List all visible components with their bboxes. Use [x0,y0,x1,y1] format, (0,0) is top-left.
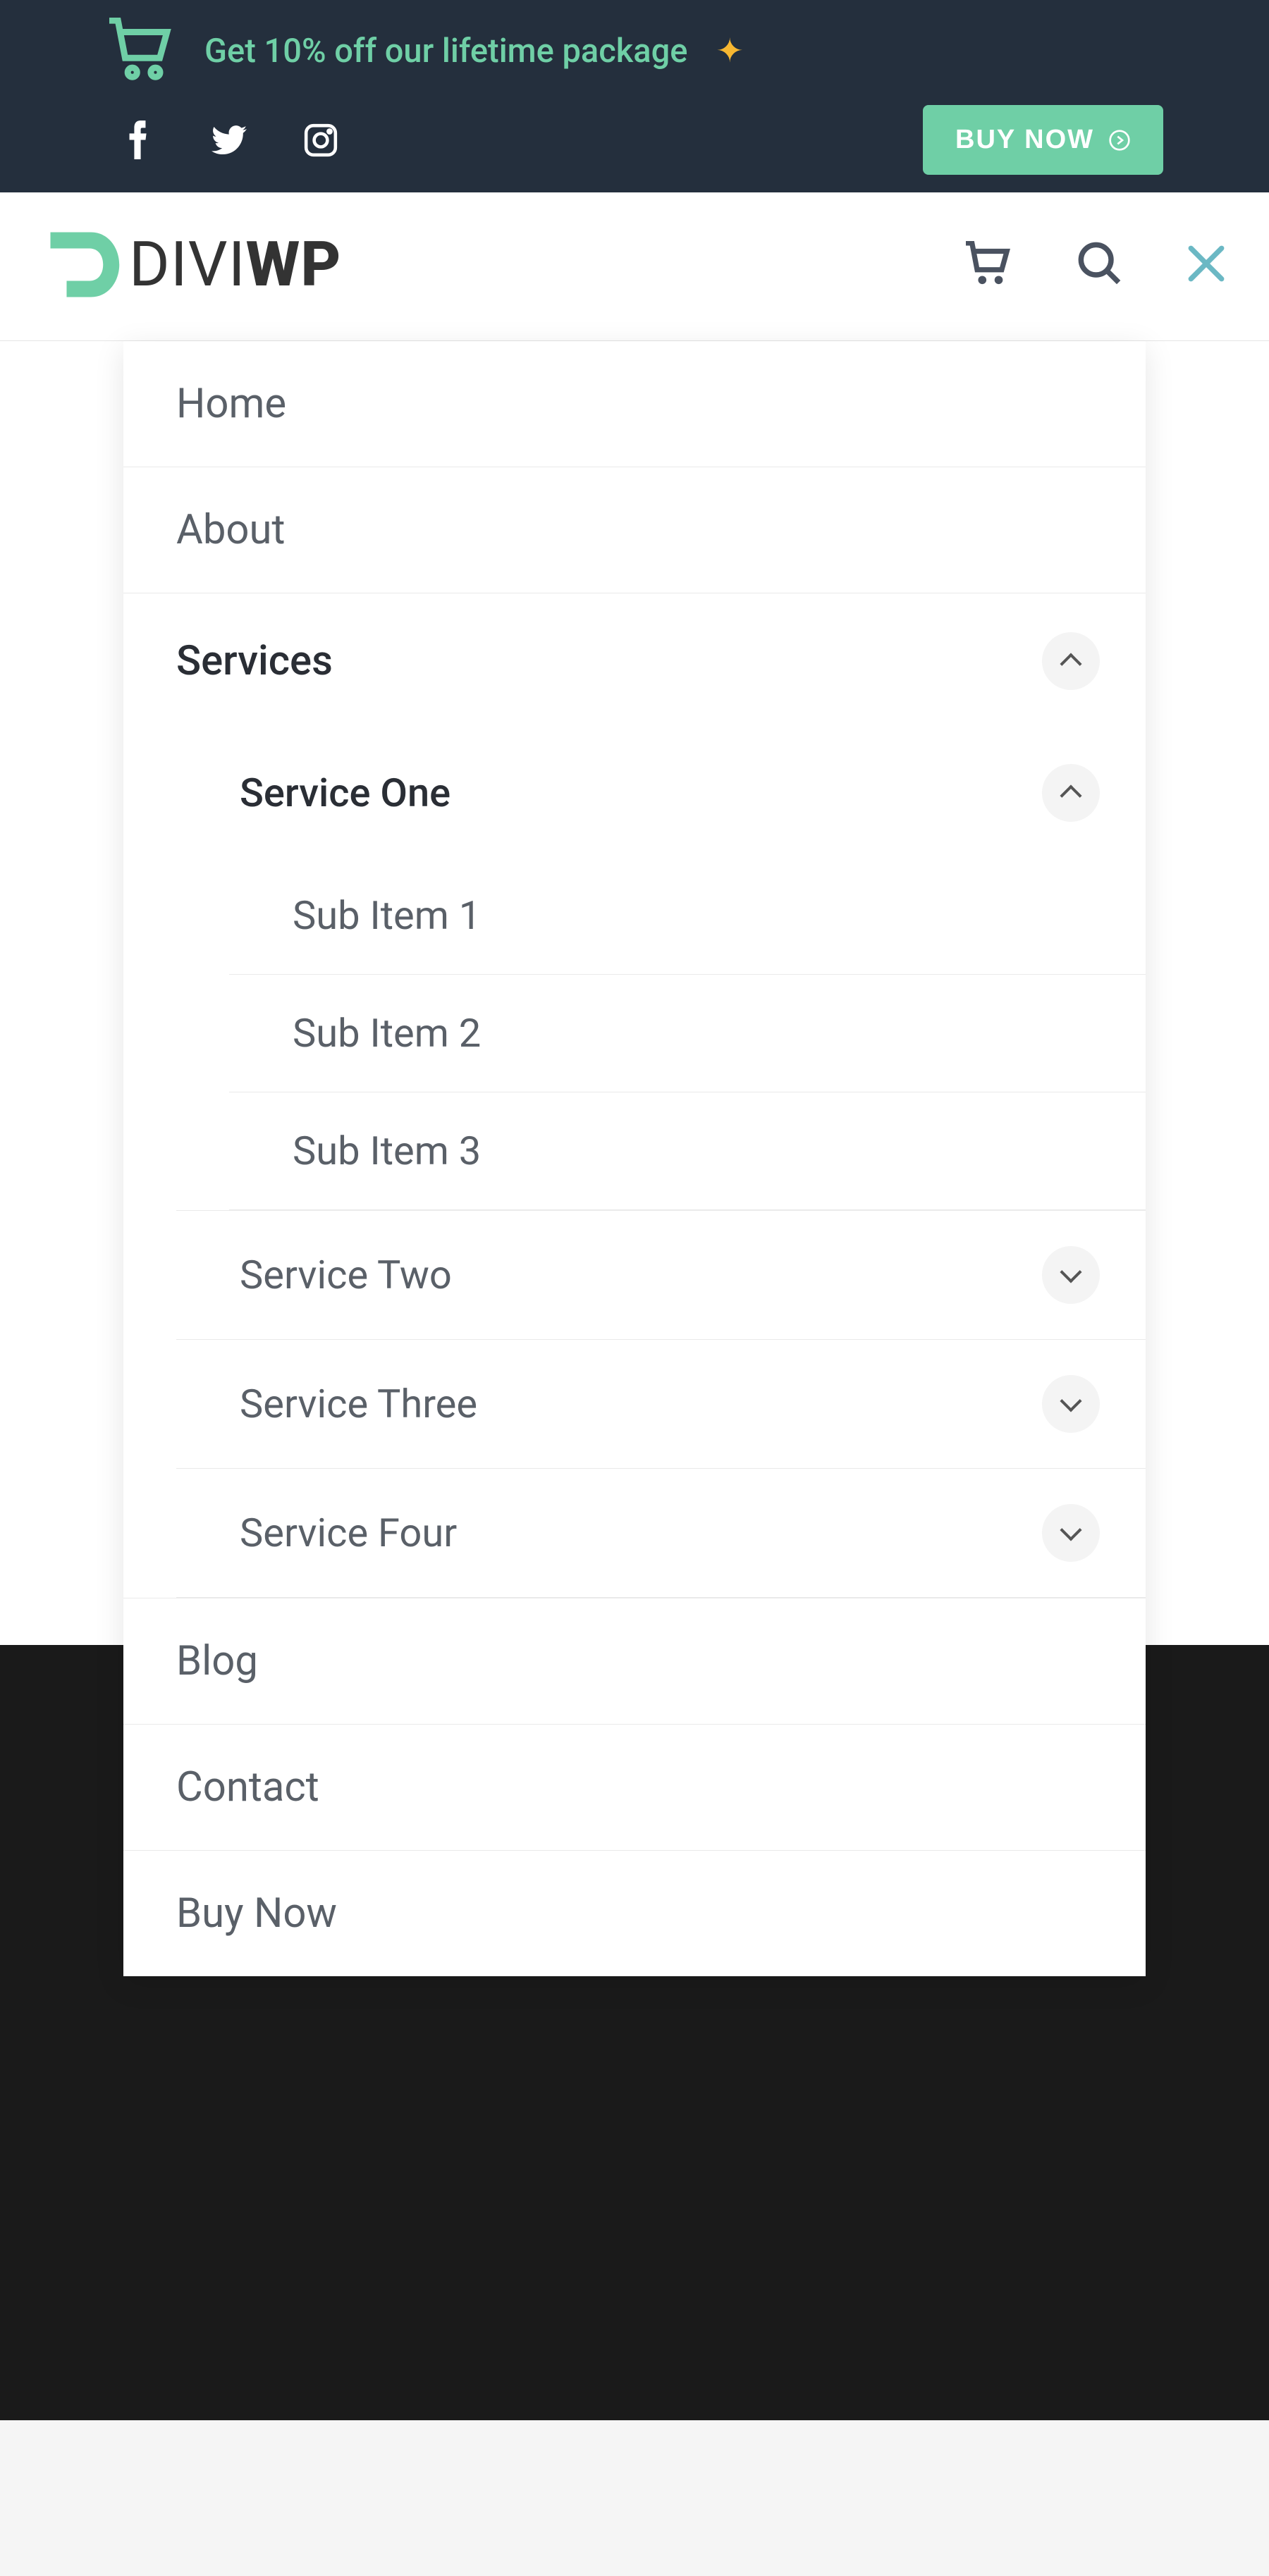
menu-item-contact[interactable]: Contact [123,1725,1146,1850]
facebook-icon[interactable] [120,123,155,158]
menu-label-service-three: Service Three [240,1381,477,1427]
menu-item-sub3[interactable]: Sub Item 3 [229,1092,1146,1209]
chevron-up-icon[interactable] [1042,764,1100,822]
search-icon[interactable] [1077,241,1122,289]
cart-promo-icon [106,18,176,84]
submenu-services: Service One Sub Item 1 Sub Item 2 [123,729,1146,1598]
buy-now-label: BUY NOW [955,125,1094,155]
menu-label-about: About [176,506,285,554]
close-icon[interactable] [1186,243,1227,287]
menu-item-sub2[interactable]: Sub Item 2 [229,975,1146,1092]
logo-text: DIVIWP [129,228,341,301]
promo-text: Get 10% off our lifetime package [204,32,687,70]
menu-item-blog[interactable]: Blog [123,1598,1146,1724]
logo-mark-icon [42,224,123,305]
cart-icon[interactable] [963,241,1014,289]
buy-now-button[interactable]: BUY NOW [923,105,1163,175]
site-header: DIVIWP [0,192,1269,341]
menu-label-service-two: Service Two [240,1252,452,1298]
chevron-up-icon[interactable] [1042,632,1100,690]
menu-item-service-four[interactable]: Service Four [176,1469,1146,1597]
menu-label-sub2: Sub Item 2 [293,1010,481,1056]
mobile-menu: Home About Services Service One [123,341,1146,1976]
menu-label-buynow: Buy Now [176,1890,337,1937]
twitter-icon[interactable] [212,123,247,158]
menu-label-home: Home [176,380,286,428]
menu-item-services[interactable]: Services [123,593,1146,729]
menu-label-services: Services [176,637,333,685]
menu-item-home[interactable]: Home [123,341,1146,467]
menu-label-service-four: Service Four [240,1510,457,1556]
menu-label-service-one: Service One [240,770,450,816]
sparkle-icon: ✦ [716,32,743,70]
chevron-down-icon[interactable] [1042,1375,1100,1433]
promo-bar: Get 10% off our lifetime package ✦ BUY N… [0,0,1269,192]
instagram-icon[interactable] [303,123,338,158]
menu-label-contact: Contact [176,1763,319,1811]
menu-item-service-one[interactable]: Service One [176,729,1146,857]
menu-item-service-three[interactable]: Service Three [176,1340,1146,1468]
chevron-down-icon[interactable] [1042,1504,1100,1562]
logo[interactable]: DIVIWP [42,224,341,305]
header-icons [963,241,1227,289]
menu-item-about[interactable]: About [123,467,1146,593]
submenu-service-one: Sub Item 1 Sub Item 2 Sub Item 3 [176,857,1146,1210]
chevron-down-icon[interactable] [1042,1246,1100,1304]
social-icons [106,123,338,158]
menu-item-sub1[interactable]: Sub Item 1 [229,857,1146,974]
menu-label-sub3: Sub Item 3 [293,1128,481,1174]
menu-label-blog: Blog [176,1637,258,1685]
menu-item-buynow[interactable]: Buy Now [123,1851,1146,1976]
menu-label-sub1: Sub Item 1 [293,892,481,939]
menu-item-service-two[interactable]: Service Two [176,1211,1146,1339]
